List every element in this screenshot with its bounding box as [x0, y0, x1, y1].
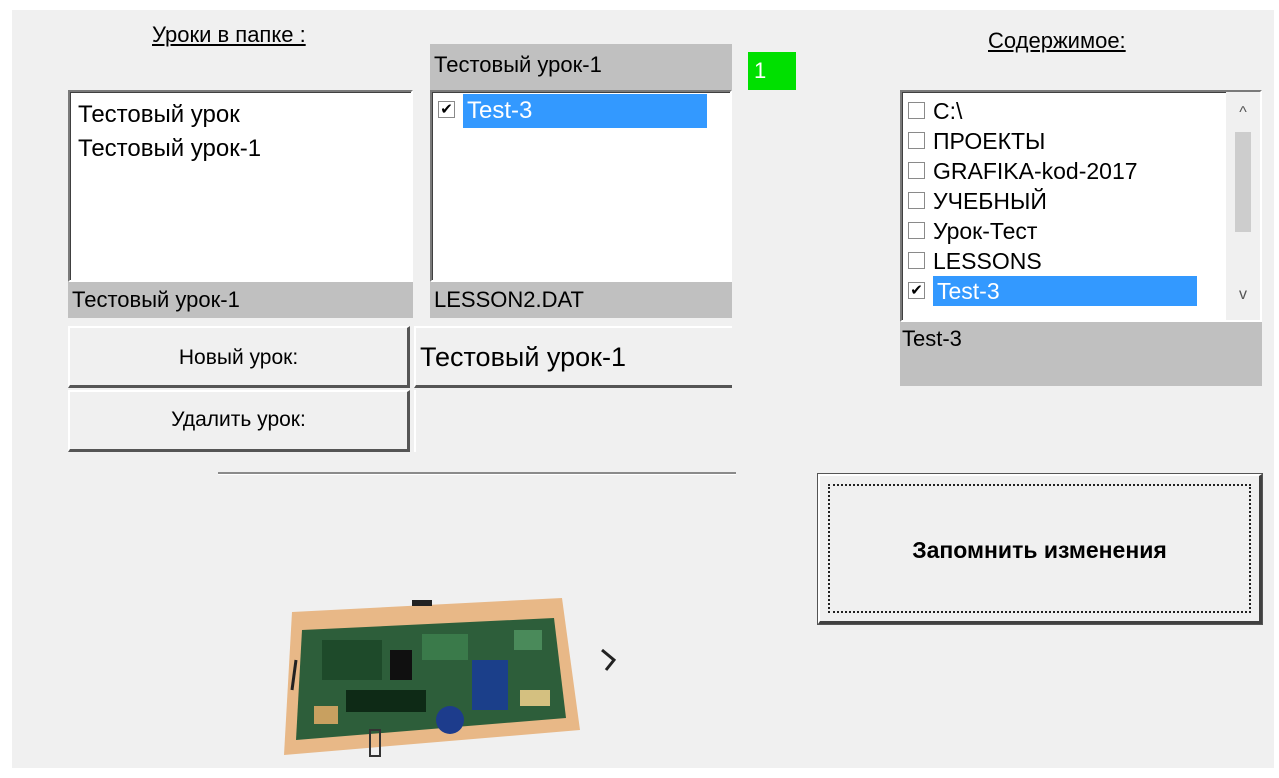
tree-item[interactable]: C:\	[906, 96, 1216, 126]
selected-lesson-bar: Тестовый урок-1	[68, 282, 413, 318]
tree-item-label: LESSONS	[933, 248, 1042, 274]
lesson-detail-header: Тестовый урок-1	[430, 44, 732, 90]
checkbox-icon[interactable]	[908, 222, 925, 240]
tree-item[interactable]: LESSONS	[906, 246, 1216, 276]
tree-item[interactable]: ПРОЕКТЫ	[906, 126, 1216, 156]
list-item[interactable]: Тестовый урок-1	[70, 132, 411, 166]
empty-field	[414, 390, 732, 452]
file-name-bar: LESSON2.DAT	[430, 282, 732, 318]
divider	[218, 472, 736, 475]
lesson-checklist[interactable]: ✔ Test-3	[430, 90, 732, 282]
tree-item[interactable]: УЧЕБНЫЙ	[906, 186, 1216, 216]
scroll-up-icon[interactable]: ^	[1226, 98, 1260, 128]
lesson-name-input[interactable]: Тестовый урок-1	[414, 326, 732, 388]
new-lesson-button[interactable]: Новый урок:	[68, 326, 410, 388]
save-changes-button[interactable]: Запомнить изменения	[817, 473, 1263, 625]
tree-item-label: ПРОЕКТЫ	[933, 128, 1046, 154]
tree-item-label: Урок-Тест	[933, 218, 1038, 244]
tree-item-label: Test-3	[933, 276, 1197, 306]
checkbox-icon[interactable]	[908, 102, 925, 120]
checkbox-icon[interactable]	[908, 132, 925, 150]
tree-item[interactable]: Урок-Тест	[906, 216, 1216, 246]
tree-item-label: УЧЕБНЫЙ	[933, 188, 1047, 214]
contents-header: Содержимое:	[988, 28, 1126, 53]
lessons-listbox[interactable]: Тестовый урок Тестовый урок-1	[68, 90, 413, 282]
contents-tree[interactable]: C:\ ПРОЕКТЫ GRAFIKA-kod-2017 УЧЕБНЫЙ Уро…	[900, 90, 1262, 322]
save-changes-label: Запомнить изменения	[828, 484, 1251, 613]
scrollbar-thumb[interactable]	[1235, 132, 1251, 232]
scroll-down-icon[interactable]: v	[1226, 280, 1260, 310]
checkbox-checked-icon[interactable]: ✔	[908, 282, 925, 300]
selected-content-bar: Test-3	[900, 322, 1262, 386]
counter-badge: 1	[748, 52, 796, 90]
list-item[interactable]: ✔ Test-3	[438, 94, 730, 128]
checkbox-checked-icon[interactable]: ✔	[438, 101, 455, 119]
delete-lesson-button[interactable]: Удалить урок:	[68, 390, 410, 452]
lessons-header: Уроки в папке :	[152, 22, 306, 47]
list-item-label: Test-3	[463, 94, 707, 128]
tree-item-label: GRAFIKA-kod-2017	[933, 158, 1138, 184]
tree-item[interactable]: GRAFIKA-kod-2017	[906, 156, 1216, 186]
tree-item-label: C:\	[933, 98, 963, 124]
checkbox-icon[interactable]	[908, 252, 925, 270]
list-item[interactable]: Тестовый урок	[70, 98, 411, 132]
app-window: Уроки в папке : Тестовый урок Тестовый у…	[12, 10, 1274, 768]
tree-item[interactable]: ✔ Test-3	[906, 276, 1216, 306]
vertical-scrollbar[interactable]: ^ v	[1226, 92, 1260, 320]
checkbox-icon[interactable]	[908, 192, 925, 210]
checkbox-icon[interactable]	[908, 162, 925, 180]
circuit-board-image	[262, 590, 622, 760]
